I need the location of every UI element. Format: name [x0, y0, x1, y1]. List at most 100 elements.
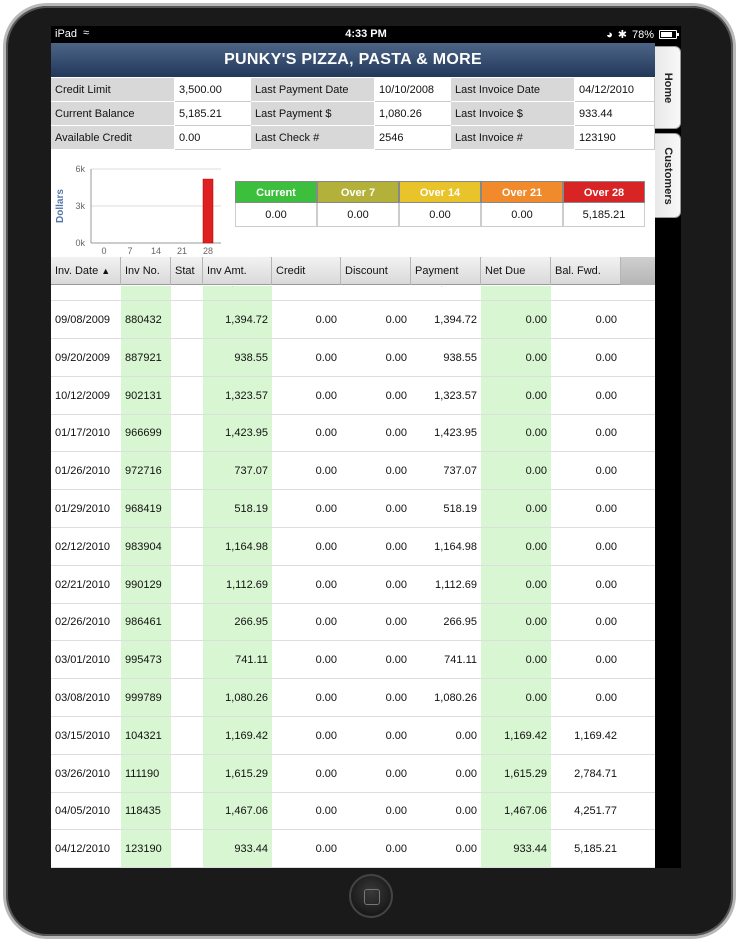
- table-cell: 0.00: [525, 503, 547, 515]
- table-cell: 0.00: [481, 286, 551, 301]
- aging-bucket-value: 5,185.21: [563, 203, 645, 227]
- table-row[interactable]: 09/08/2009 880432 1,394.72 0.00 0.00 1,394.72…: [51, 301, 655, 339]
- table-cell: 0.00: [595, 427, 617, 440]
- table-row[interactable]: 01/29/2010 968419 518.19 0.00 0.00 518.19 0.00…: [51, 490, 655, 528]
- table-row[interactable]: 04/05/2010 118435 1,467.06 0.00 0.00 0.00 1,46…: [51, 792, 655, 831]
- aging-bucket-value: 0.00: [317, 203, 399, 227]
- column-header-label: Net Due: [485, 265, 526, 277]
- table-cell: 933.44: [234, 843, 268, 856]
- table-cell: 0.00: [595, 465, 617, 478]
- table-cell: 0.00: [315, 729, 337, 742]
- table-cell: 02/21/2010: [55, 578, 111, 591]
- main-content: PUNKY'S PIZZA, PASTA & MORE Credit Limit…: [51, 43, 655, 868]
- table-cell: [171, 717, 203, 755]
- table-cell: 0.00: [525, 654, 547, 667]
- table-cell: 0.00: [315, 465, 337, 478]
- table-row[interactable]: 01/26/2010 972716 737.07 0.00 0.00 737.07 0.00…: [51, 452, 655, 491]
- table-cell: 0.00: [315, 767, 337, 780]
- table-cell: 902131: [125, 389, 162, 402]
- table-cell: 0.00: [315, 351, 337, 364]
- table-row[interactable]: 02/26/2010 986461 266.95 0.00 0.00 266.95 0.00…: [51, 603, 655, 642]
- table-row[interactable]: 01/17/2010 966699 1,423.95 0.00 0.00 1,423.95…: [51, 414, 655, 453]
- tab-home[interactable]: Home: [655, 46, 681, 129]
- table-cell: [171, 755, 203, 793]
- table-cell: 0.00: [455, 729, 477, 742]
- info-label: Last Check #: [251, 126, 375, 150]
- column-header[interactable]: Net Due: [481, 257, 551, 285]
- table-row[interactable]: 03/01/2010 995473 741.11 0.00 0.00 741.11 0.00…: [51, 641, 655, 680]
- table-cell: 08/31/2009: [51, 286, 121, 301]
- info-label: Last Invoice $: [451, 102, 575, 126]
- invoice-table-body[interactable]: 08/31/2009875318 1,309.73 0.00 0.00 1,309.73…: [51, 286, 655, 868]
- table-cell: [171, 566, 203, 604]
- column-header[interactable]: Inv No.: [121, 257, 171, 285]
- battery-icon: [659, 30, 679, 39]
- table-cell: [171, 679, 203, 717]
- table-cell: 0.00: [315, 389, 337, 402]
- info-value: 2546: [375, 126, 452, 150]
- aging-bucket-label: Over 14: [399, 181, 481, 203]
- table-row[interactable]: 02/21/2010 990129 1,112.69 0.00 0.00 1,112.69…: [51, 566, 655, 604]
- table-row[interactable]: 04/12/2010 123190 933.44 0.00 0.00 0.00 933.44…: [51, 830, 655, 868]
- table-cell: 737.07: [443, 465, 477, 478]
- table-cell: 972716: [125, 465, 162, 478]
- tab-customers[interactable]: Customers: [655, 133, 681, 218]
- table-row[interactable]: 09/20/2009 887921 938.55 0.00 0.00 938.55 0.00…: [51, 339, 655, 377]
- table-cell: 995473: [125, 654, 162, 667]
- table-cell: 04/12/2010: [55, 843, 111, 856]
- table-cell: 01/26/2010: [55, 465, 111, 478]
- table-cell: 0.00: [525, 465, 547, 478]
- table-cell: [171, 641, 203, 679]
- chart-y-label: Dollars: [55, 189, 66, 223]
- table-cell: 0.00: [525, 389, 547, 402]
- orientation-lock-icon: ◕: [606, 28, 613, 41]
- table-row[interactable]: 03/26/2010 111190 1,615.29 0.00 0.00 0.00 1,61…: [51, 755, 655, 793]
- table-cell: 741.11: [444, 654, 477, 667]
- table-cell: 1,467.06: [504, 805, 547, 818]
- table-cell: 0.00: [385, 692, 407, 704]
- aging-bucket-value: 0.00: [399, 203, 481, 227]
- table-cell: 0.00: [272, 286, 341, 301]
- table-cell: 0.00: [385, 351, 407, 364]
- column-header[interactable]: Inv. Date ▲: [51, 257, 121, 285]
- table-cell: 1,423.95: [225, 427, 268, 440]
- table-cell: 1,423.95: [434, 427, 477, 440]
- table-row[interactable]: 02/12/2010 983904 1,164.98 0.00 0.00 1,164.98…: [51, 528, 655, 566]
- info-label: Last Payment $: [251, 102, 375, 126]
- table-cell: 03/15/2010: [55, 729, 111, 742]
- table-cell: 104321: [125, 729, 162, 742]
- aging-bucket-value: 0.00: [235, 203, 317, 227]
- column-header[interactable]: Bal. Fwd.: [551, 257, 621, 285]
- table-cell: 0.00: [595, 692, 617, 704]
- table-cell: 02/26/2010: [55, 616, 111, 629]
- table-cell: 986461: [125, 616, 162, 629]
- table-cell: 0.00: [385, 616, 407, 629]
- battery-percent: 78%: [631, 28, 654, 41]
- aging-bucket-label: Current: [235, 181, 317, 203]
- column-header[interactable]: Discount: [341, 257, 411, 285]
- table-cell: 0.00: [385, 427, 407, 440]
- chart-y-tick-label: 0k: [75, 238, 85, 248]
- column-header[interactable]: Payment: [411, 257, 481, 285]
- column-header[interactable]: Inv Amt.: [203, 257, 272, 285]
- table-cell: 1,112.69: [225, 578, 268, 591]
- table-row[interactable]: 03/08/2010 999789 1,080.26 0.00 0.00 1,080.26…: [51, 679, 655, 717]
- table-cell: 880432: [125, 314, 162, 326]
- table-row[interactable]: 08/31/20098753181,309.730.000.001,309.73…: [51, 286, 655, 301]
- column-header-label: Stat: [175, 265, 195, 277]
- table-cell: 0.00: [525, 540, 547, 553]
- table-cell: [171, 414, 203, 452]
- home-button[interactable]: [349, 874, 393, 918]
- info-value: 10/10/2008: [375, 78, 452, 102]
- table-row[interactable]: 10/12/2009 902131 1,323.57 0.00 0.00 1,323.57…: [51, 377, 655, 415]
- table-cell: 1,164.98: [434, 540, 477, 553]
- table-cell: 0.00: [385, 503, 407, 515]
- table-cell: 983904: [125, 540, 162, 553]
- column-header[interactable]: Stat: [171, 257, 203, 285]
- table-cell: 1,309.73: [203, 286, 272, 301]
- table-row[interactable]: 03/15/2010 104321 1,169.42 0.00 0.00 0.00 1,16…: [51, 717, 655, 755]
- table-cell: 518.19: [234, 503, 268, 515]
- chart-x-tick-label: 7: [127, 246, 132, 256]
- column-header[interactable]: Credit: [272, 257, 341, 285]
- table-cell: 0.00: [315, 616, 337, 629]
